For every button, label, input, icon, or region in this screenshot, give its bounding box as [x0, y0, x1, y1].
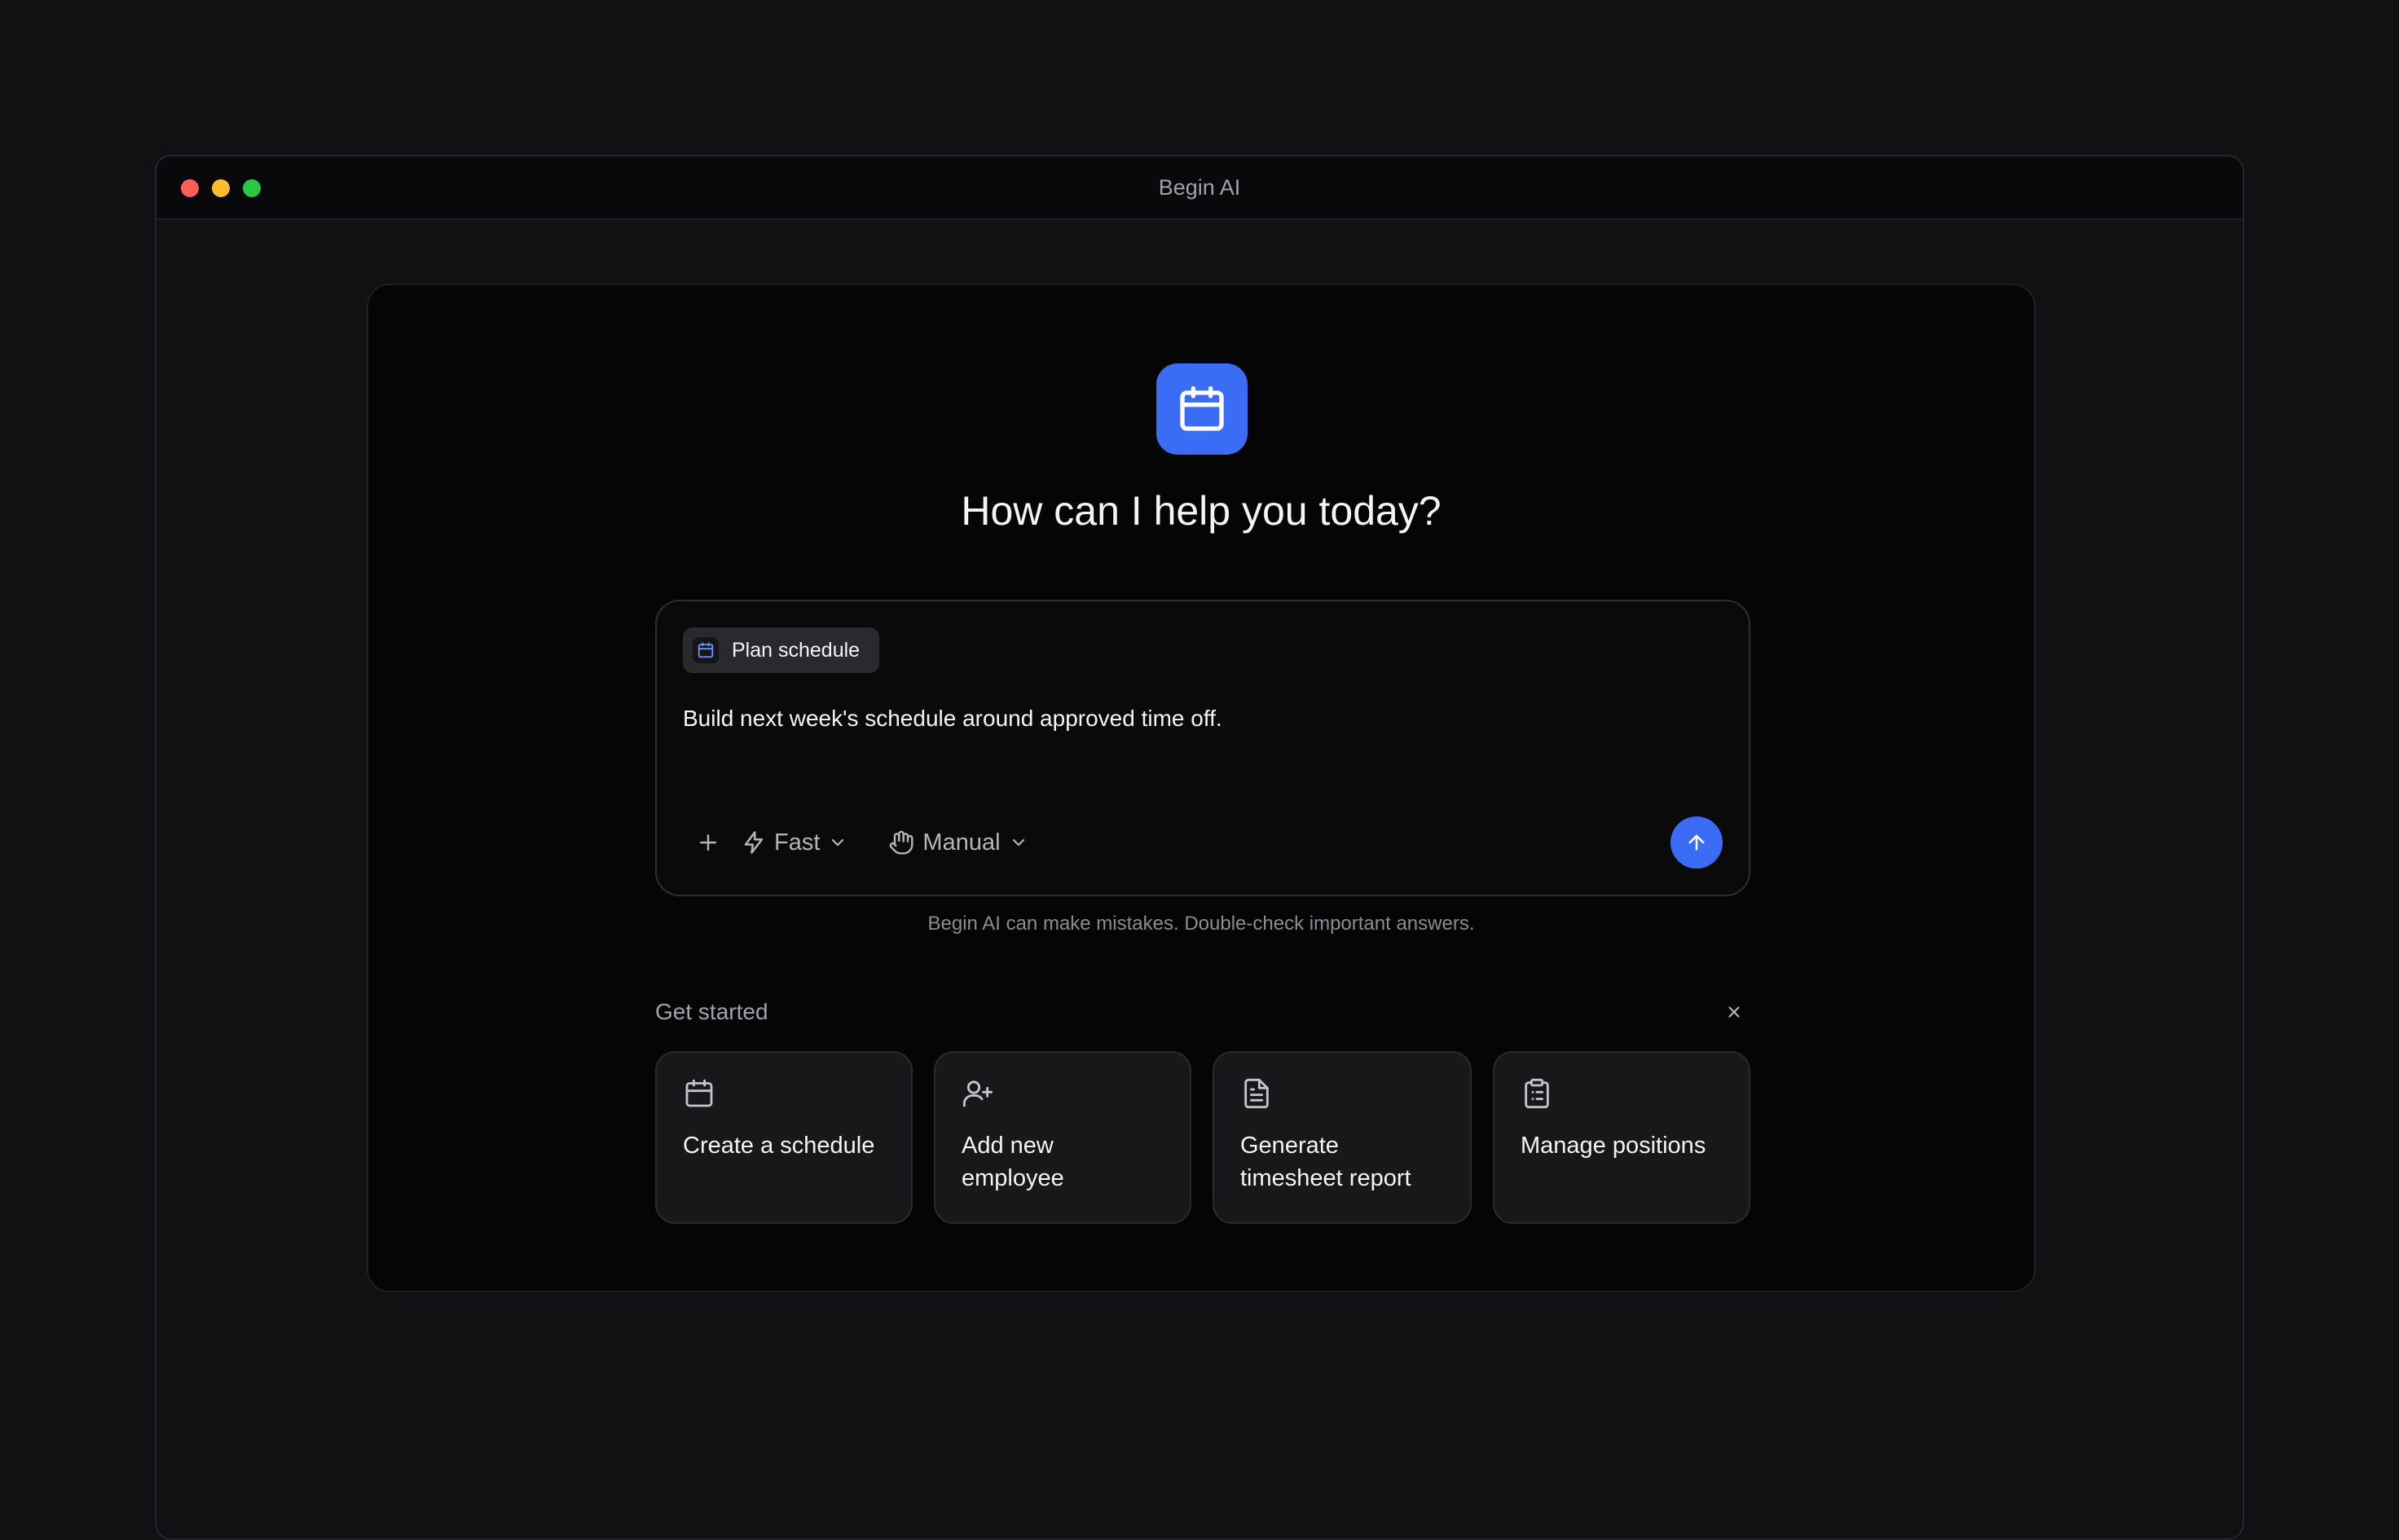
card-label: Create a schedule [683, 1133, 875, 1159]
calendar-icon [685, 1079, 713, 1107]
card-label: Add new employee [962, 1133, 1064, 1191]
card-label: Manage positions [1521, 1133, 1706, 1159]
send-button[interactable] [1670, 816, 1723, 869]
mode-selector[interactable]: Manual [888, 816, 1028, 869]
get-started-cards: Create a schedule Add new employee Gener… [655, 1051, 1750, 1224]
plan-schedule-chip[interactable]: Plan schedule [683, 627, 880, 673]
user-plus-icon [962, 1080, 993, 1107]
chip-label: Plan schedule [732, 638, 861, 662]
lightning-icon [744, 831, 764, 854]
attach-button[interactable] [683, 816, 733, 869]
composer-toolbar: Fast Manual [683, 816, 1723, 869]
create-schedule-card[interactable]: Create a schedule [655, 1051, 913, 1224]
app-logo [1156, 363, 1248, 455]
page-title: How can I help you today? [961, 488, 1442, 534]
mode-label: Manual [922, 829, 1001, 856]
calendar-icon [698, 642, 714, 658]
speed-label: Fast [774, 829, 821, 856]
close-icon [1728, 1006, 1740, 1018]
speed-selector[interactable]: Fast [742, 816, 847, 869]
assistant-panel: How can I help you today? Plan schedule … [367, 284, 2036, 1292]
dismiss-get-started-button[interactable] [1718, 996, 1750, 1028]
get-started-header: Get started [655, 996, 1750, 1028]
timesheet-report-card[interactable]: Generate timesheet report [1213, 1051, 1472, 1224]
get-started-title: Get started [655, 999, 768, 1024]
manage-positions-card[interactable]: Manage positions [1493, 1051, 1750, 1224]
document-icon [1244, 1078, 1269, 1109]
chevron-down-icon [1012, 838, 1024, 847]
window-title: Begin AI [1158, 175, 1241, 200]
hand-icon [890, 830, 913, 855]
prompt-composer: Plan schedule Build next week's schedule… [655, 600, 1750, 896]
calendar-icon [1180, 386, 1224, 431]
prompt-input[interactable]: Build next week's schedule around approv… [683, 706, 1222, 732]
app-window: Begin AI How can I help you today? Plan … [155, 155, 2244, 1540]
chip-icon-wrapper [693, 637, 719, 663]
plus-icon [700, 834, 716, 851]
add-employee-card[interactable]: Add new employee [934, 1051, 1191, 1224]
chevron-down-icon [832, 838, 844, 847]
disclaimer-text: Begin AI can make mistakes. Double-check… [927, 913, 1475, 935]
clipboard-icon [1525, 1078, 1549, 1109]
title-bar: Begin AI [156, 156, 2243, 220]
card-label: Generate timesheet report [1240, 1133, 1411, 1191]
arrow-up-icon [1688, 834, 1705, 851]
